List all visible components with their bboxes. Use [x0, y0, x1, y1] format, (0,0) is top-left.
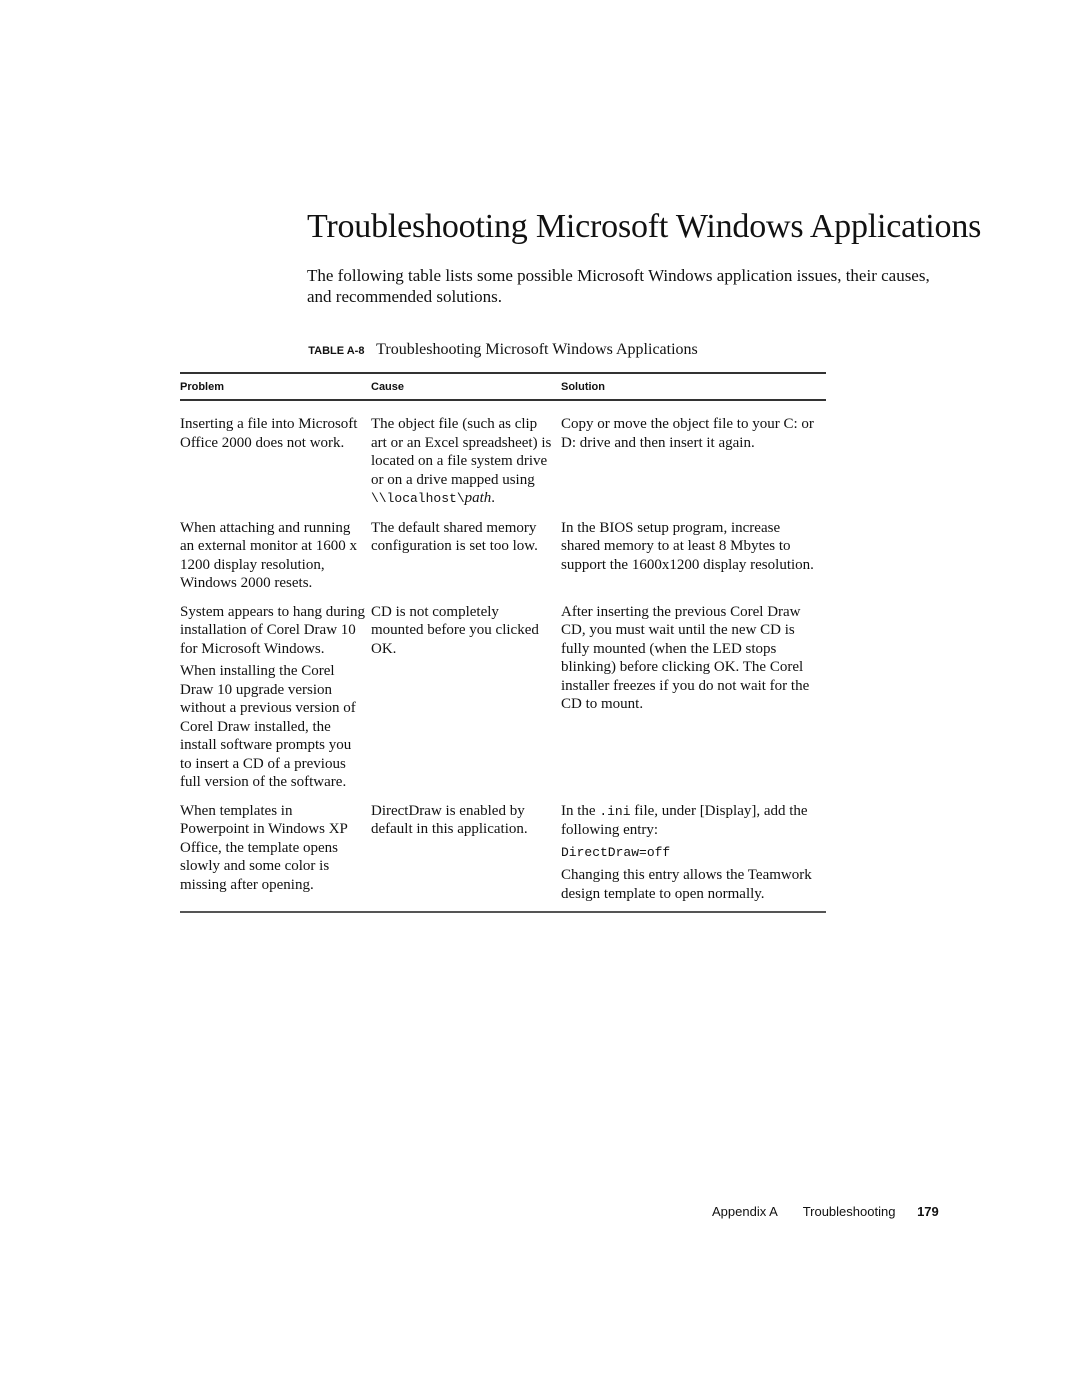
solution-cell: In the .ini file, under [Display], add t…: [561, 802, 826, 913]
code-directdraw-entry: DirectDraw=off: [561, 844, 671, 860]
solution-cell: In the BIOS setup program, increase shar…: [561, 519, 814, 573]
problem-cell: System appears to hang during installati…: [180, 603, 365, 791]
header-problem: Problem: [180, 381, 225, 393]
problem-cell: When attaching and running an external m…: [180, 519, 358, 592]
table-row: When attaching and running an external m…: [180, 519, 826, 603]
solution-cell: Copy or move the object file to your C: …: [561, 416, 814, 451]
cause-cell: DirectDraw is enabled by default in this…: [371, 802, 528, 838]
code-localhost: \\localhost\: [371, 491, 465, 506]
header-cause: Cause: [371, 381, 405, 393]
table-caption-label: TABLE A-8: [308, 345, 365, 357]
table-caption: TABLE A-8 Troubleshooting Microsoft Wind…: [180, 341, 826, 359]
cause-cell: CD is not completely mounted before you …: [371, 603, 539, 657]
page-number: 179: [917, 1204, 939, 1219]
page-footer: Appendix A Troubleshooting 179: [712, 1204, 939, 1219]
problem-cell: Inserting a file into Microsoft Office 2…: [180, 416, 358, 451]
footer-section: Troubleshooting: [802, 1204, 896, 1219]
table-row: When templates in Powerpoint in Windows …: [180, 802, 826, 913]
cause-cell: The default shared memory configuration …: [371, 519, 538, 555]
cause-cell: The object file (such as clip art or an …: [371, 416, 552, 506]
troubleshooting-table: Problem Cause Solution Inserting a file …: [180, 372, 826, 913]
table-caption-text: Troubleshooting Microsoft Windows Applic…: [376, 341, 698, 358]
code-ini: .ini: [599, 803, 631, 819]
footer-appendix: Appendix A: [712, 1204, 778, 1219]
table-row: Inserting a file into Microsoft Office 2…: [180, 400, 826, 519]
problem-cell: When templates in Powerpoint in Windows …: [180, 802, 348, 893]
table-header-row: Problem Cause Solution: [180, 373, 826, 400]
italic-path: path: [464, 490, 492, 506]
page-title: Troubleshooting Microsoft Windows Applic…: [307, 208, 982, 245]
solution-cell: After inserting the previous Corel Draw …: [561, 603, 810, 713]
intro-paragraph: The following table lists some possible …: [307, 266, 930, 306]
table-row: System appears to hang during installati…: [180, 603, 826, 802]
header-solution: Solution: [561, 381, 605, 393]
